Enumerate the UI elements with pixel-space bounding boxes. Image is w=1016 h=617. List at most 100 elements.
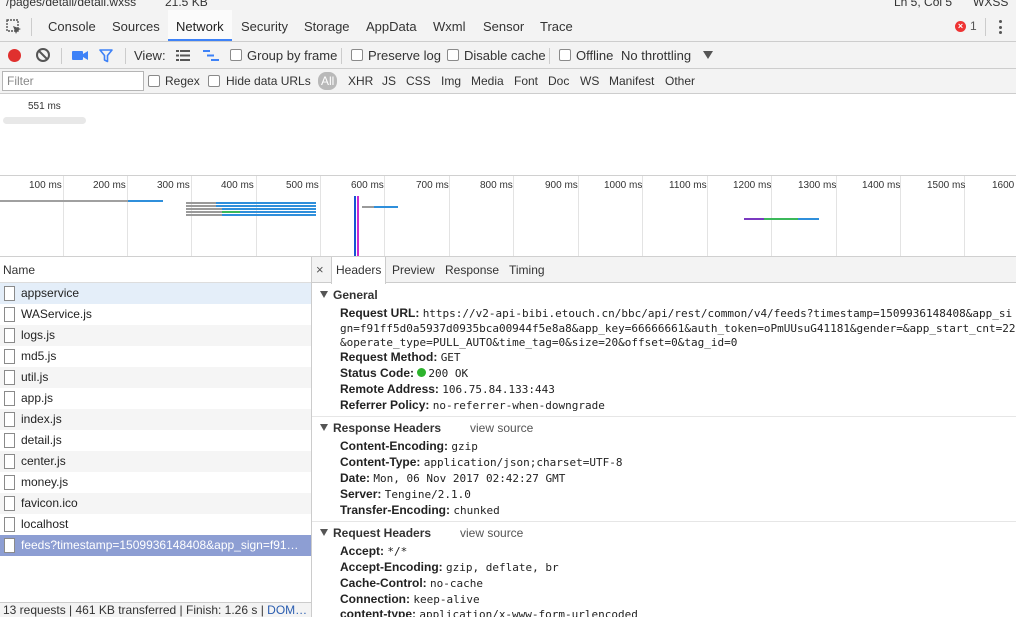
tab-storage[interactable]: Storage: [296, 10, 358, 41]
request-row-localhost[interactable]: localhost: [0, 514, 311, 535]
filter-doc-button[interactable]: Doc: [548, 74, 569, 88]
response-view-source-link[interactable]: view source: [470, 421, 533, 435]
filter-font-button[interactable]: Font: [514, 74, 538, 88]
request-header-row: Accept-Encoding: gzip, deflate, br: [340, 560, 559, 574]
request-name: feeds?timestamp=1509936148408&app_sign=f…: [21, 538, 299, 552]
filter-icon[interactable]: [99, 49, 113, 63]
large-rows-icon[interactable]: [176, 50, 190, 61]
regex-checkbox[interactable]: [148, 75, 160, 87]
response-header-row: Transfer-Encoding: chunked: [340, 503, 500, 517]
header-value: https://v2-api-bibi.etouch.cn/bbc/api/re…: [422, 307, 1013, 320]
tab-trace[interactable]: Trace: [532, 10, 581, 41]
disable-cache-checkbox[interactable]: [447, 49, 459, 61]
close-icon[interactable]: ×: [316, 262, 324, 277]
filter-js-button[interactable]: JS: [382, 74, 396, 88]
section-title: Response Headers: [333, 421, 442, 435]
filter-media-button[interactable]: Media: [471, 74, 504, 88]
tab-response[interactable]: Response: [441, 257, 503, 283]
overview-frame[interactable]: [3, 117, 86, 124]
general-section-header[interactable]: General: [320, 288, 378, 302]
request-name: logs.js: [21, 328, 56, 342]
filter-xhr-button[interactable]: XHR: [348, 74, 373, 88]
tab-sources[interactable]: Sources: [104, 10, 168, 41]
request-row-util[interactable]: util.js: [0, 367, 311, 388]
header-value: 200 OK: [428, 367, 469, 380]
dom-content-loaded-link[interactable]: DOM…: [267, 603, 307, 617]
document-icon: [4, 517, 15, 532]
filter-img-button[interactable]: Img: [441, 74, 461, 88]
request-row-feeds[interactable]: feeds?timestamp=1509936148408&app_sign=f…: [0, 535, 311, 556]
triangle-down-icon: [320, 291, 328, 298]
request-row-logs[interactable]: logs.js: [0, 325, 311, 346]
inspect-element-icon[interactable]: [6, 19, 22, 35]
overview-icon[interactable]: [203, 50, 219, 61]
filter-manifest-button[interactable]: Manifest: [609, 74, 654, 88]
request-row-md5[interactable]: md5.js: [0, 346, 311, 367]
clear-button[interactable]: [36, 48, 50, 62]
chevron-down-icon[interactable]: [703, 51, 713, 59]
record-button[interactable]: [8, 49, 21, 62]
tab-headers[interactable]: Headers: [331, 257, 387, 284]
header-key: Accept:: [340, 544, 385, 558]
group-by-frame-checkbox[interactable]: [230, 49, 242, 61]
tab-preview[interactable]: Preview: [388, 257, 439, 283]
header-value: gzip: [451, 440, 478, 453]
name-column-header[interactable]: Name: [0, 257, 311, 283]
tab-wxml[interactable]: Wxml: [425, 10, 474, 41]
tab-sensor[interactable]: Sensor: [475, 10, 532, 41]
error-counter[interactable]: × 1: [955, 19, 977, 33]
filter-all-button[interactable]: All: [318, 72, 338, 90]
document-icon: [4, 391, 15, 406]
triangle-down-icon: [320, 529, 328, 536]
header-value: Tengine/2.1.0: [384, 488, 471, 501]
tick-label: 800 ms: [480, 180, 513, 191]
filter-ws-button[interactable]: WS: [580, 74, 599, 88]
request-row-money[interactable]: money.js: [0, 472, 311, 493]
throttling-select[interactable]: No throttling: [621, 48, 691, 63]
response-header-row: Date: Mon, 06 Nov 2017 02:42:27 GMT: [340, 471, 565, 485]
offline-checkbox[interactable]: [559, 49, 571, 61]
response-headers-section-header[interactable]: Response Headers: [320, 421, 441, 435]
header-value: keep-alive: [413, 593, 480, 606]
preserve-log-checkbox[interactable]: [351, 49, 363, 61]
devtools-tab-bar: Console Sources Network Security Storage…: [0, 10, 1016, 42]
more-options-icon[interactable]: [996, 19, 1004, 35]
filter-input[interactable]: [2, 71, 144, 91]
error-icon: ×: [955, 20, 966, 32]
header-value: &operate_type=PULL_AUTO&time_tag=0&size=…: [340, 336, 738, 349]
tab-security[interactable]: Security: [233, 10, 296, 41]
header-key: Status Code:: [340, 366, 415, 380]
divider: [31, 18, 32, 36]
tab-network[interactable]: Network: [168, 10, 232, 41]
request-row-favicon[interactable]: favicon.ico: [0, 493, 311, 514]
waterfall-overview[interactable]: 100 ms 200 ms 300 ms 400 ms 500 ms 600 m…: [0, 175, 1016, 257]
filter-other-button[interactable]: Other: [665, 74, 695, 88]
divider: [985, 18, 986, 36]
request-row-waservice[interactable]: WAService.js: [0, 304, 311, 325]
request-view-source-link[interactable]: view source: [460, 526, 523, 540]
request-row-appservice[interactable]: appservice: [0, 283, 311, 304]
tab-console[interactable]: Console: [40, 10, 104, 41]
waterfall-bar: [222, 211, 240, 213]
editor-status-strip: /pages/detail/detail.wxss 21.5 KB Ln 5, …: [0, 0, 1016, 10]
tab-timing[interactable]: Timing: [505, 257, 549, 283]
waterfall-bar: [186, 205, 216, 207]
tab-appdata[interactable]: AppData: [358, 10, 425, 41]
waterfall-bar: [798, 218, 819, 220]
request-row-center[interactable]: center.js: [0, 451, 311, 472]
cursor-position: Ln 5, Col 5: [894, 0, 953, 9]
filter-bar: Regex Hide data URLs All XHR JS CSS Img …: [0, 69, 1016, 94]
tick-label: 1100 ms: [669, 180, 707, 191]
capture-screenshots-icon[interactable]: [72, 50, 88, 61]
filter-css-button[interactable]: CSS: [406, 74, 431, 88]
network-summary: 13 requests | 461 KB transferred | Finis…: [0, 602, 311, 617]
request-headers-section-header[interactable]: Request Headers: [320, 526, 431, 540]
tick-label: 900 ms: [545, 180, 578, 191]
tick-label: 700 ms: [416, 180, 449, 191]
tick-label: 100 ms: [29, 180, 62, 191]
request-row-detail[interactable]: detail.js: [0, 430, 311, 451]
request-row-index[interactable]: index.js: [0, 409, 311, 430]
request-row-app[interactable]: app.js: [0, 388, 311, 409]
divider: [125, 48, 126, 64]
hide-data-urls-checkbox[interactable]: [208, 75, 220, 87]
